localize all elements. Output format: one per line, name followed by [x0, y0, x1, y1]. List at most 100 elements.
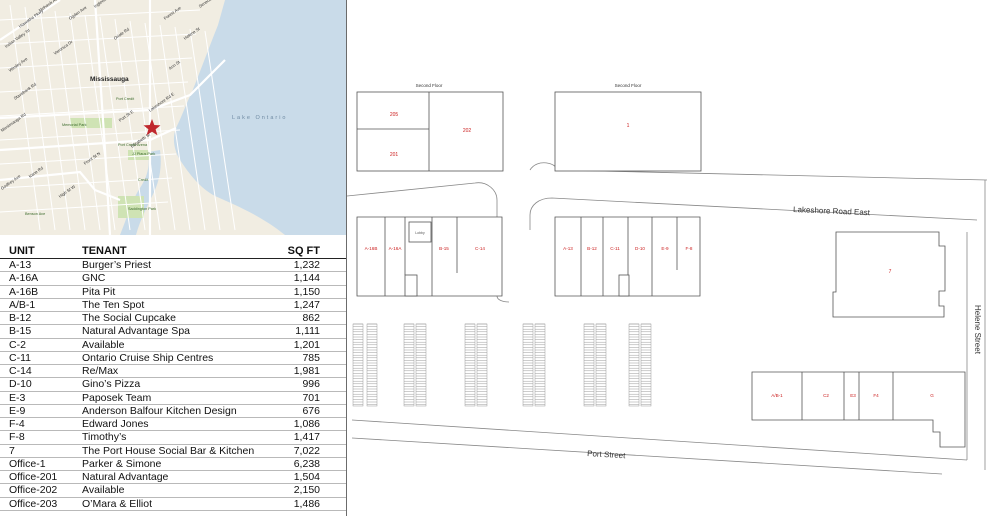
office-202-label: 202 — [463, 128, 472, 134]
second-floor-label-left: Second Floor — [416, 83, 443, 88]
tenant-row: Office-203 O’Mara & Elliot 1,486 — [0, 498, 346, 511]
tenant-sqft: 862 — [302, 312, 320, 324]
tenant-row: F-8 Timothy’s 1,417 — [0, 431, 346, 445]
office-201-label: 201 — [390, 152, 399, 158]
map-place-label: Credit — [138, 178, 149, 182]
tenant-name: The Port House Social Bar & Kitchen — [82, 444, 255, 457]
tenant-name: Edward Jones — [82, 418, 149, 430]
map-place-label: Saddington Park — [128, 207, 156, 211]
unit-label: C-14 — [475, 246, 485, 251]
header-sqft: SQ FT — [287, 245, 320, 257]
office-1-label: 1 — [627, 123, 630, 129]
tenant-sqft: 1,111 — [295, 325, 320, 338]
tenant-sqft: 1,486 — [293, 497, 320, 510]
building-south — [751, 371, 966, 448]
tenant-name: Timothy’s — [82, 431, 127, 444]
tenant-unit: E-3 — [9, 391, 26, 404]
tenant-row: A/B-1 The Ten Spot 1,247 — [0, 299, 346, 312]
tenant-sqft: 785 — [302, 351, 320, 364]
tenant-name: Paposek Team — [82, 391, 152, 404]
unit-label: C2 — [823, 393, 829, 398]
header-unit: UNIT — [9, 245, 35, 257]
tenant-unit: Office-203 — [9, 497, 58, 510]
tenant-sqft: 996 — [302, 378, 320, 391]
tenant-row: Office-202 Available 2,150 — [0, 484, 346, 498]
tenant-row: C-11 Ontario Cruise Ship Centres 785 — [0, 352, 346, 365]
tenant-sqft: 1,504 — [293, 471, 320, 483]
tenant-sqft: 1,247 — [293, 298, 320, 311]
lobby-label: Lobby — [415, 231, 425, 235]
map-place-label: Benson Ave — [25, 212, 45, 216]
map-place-label: Port Credit — [116, 97, 135, 101]
unit-label: C-11 — [610, 246, 620, 251]
site-plan-canvas: Second Floor Second Floor 205 202 201 1 … — [346, 83, 988, 475]
tenant-row: F-4 Edward Jones 1,086 — [0, 418, 346, 432]
tenant-name: Pita Pit — [82, 285, 116, 298]
unit-label: E-9 — [661, 246, 669, 251]
tenant-name: Re/Max — [82, 365, 119, 377]
tenant-sqft: 676 — [302, 404, 320, 417]
tenant-row: D-10 Gino’s Pizza 996 — [0, 378, 346, 392]
tenant-name: The Ten Spot — [82, 298, 145, 311]
map-city-label: Mississauga — [90, 76, 129, 83]
tenant-unit: A-16A — [9, 272, 39, 285]
tenant-unit: A/B-1 — [9, 298, 36, 311]
tenant-row: A-16A GNC 1,144 — [0, 272, 346, 286]
parking-row — [366, 323, 378, 407]
tenant-sqft: 1,232 — [293, 259, 320, 271]
tenant-row: E-9 Anderson Balfour Kitchen Design 676 — [0, 405, 346, 418]
map-place-label: Port Credit Arena — [118, 143, 148, 147]
tenant-row: E-3 Paposek Team 701 — [0, 392, 346, 405]
helene-street-label: Helene Street — [973, 305, 982, 355]
parking-row — [464, 323, 476, 407]
tenant-unit: A-13 — [9, 259, 32, 271]
tenant-row: B-15 Natural Advantage Spa 1,111 — [0, 325, 346, 339]
parking-row — [415, 323, 427, 407]
unit-label: A-13 — [563, 246, 573, 251]
map-place-label: JJ Plaus Park — [132, 152, 155, 156]
tenant-name: O’Mara & Elliot — [82, 497, 153, 510]
parking-row — [640, 323, 652, 407]
tenant-name: Natural Advantage Spa — [82, 325, 190, 338]
tenant-row: 7 The Port House Social Bar & Kitchen 7,02… — [0, 445, 346, 458]
tenant-name: Burger’s Priest — [82, 259, 152, 271]
tenant-name: Anderson Balfour Kitchen Design — [82, 404, 237, 417]
tenant-row: A-13 Burger’s Priest 1,232 — [0, 259, 346, 273]
tenant-name: Available — [82, 338, 125, 351]
tenant-unit: B-15 — [9, 325, 32, 338]
port-street-south-edge — [351, 437, 943, 475]
tenant-name: GNC — [82, 272, 106, 285]
tenant-sqft: 1,150 — [293, 285, 320, 298]
tenant-unit: C-14 — [9, 365, 32, 377]
tenant-unit: B-12 — [9, 312, 32, 324]
tenant-sqft: 7,022 — [293, 444, 320, 457]
unit-label: D-10 — [635, 246, 645, 251]
tenant-unit: Office-201 — [9, 471, 58, 483]
tenant-unit: C-2 — [9, 338, 26, 351]
unit-label: B-12 — [587, 246, 597, 251]
location-map[interactable]: Mississauga Lake Ontario Indian Valley T… — [0, 0, 346, 235]
tenant-sqft: 1,981 — [293, 365, 320, 377]
second-floor-offices-left — [356, 91, 504, 172]
tenant-sqft: 701 — [302, 391, 320, 404]
office-205-label: 205 — [390, 112, 399, 118]
unit-label: B-15 — [439, 246, 449, 251]
map-canvas: Mississauga Lake Ontario Indian Valley T… — [0, 0, 346, 235]
tenant-unit: Office-1 — [9, 457, 46, 470]
tenant-unit: C-11 — [9, 351, 31, 364]
tenant-row: C-2 Available 1,201 — [0, 339, 346, 352]
site-plan: Second Floor Second Floor 205 202 201 1 … — [346, 0, 992, 516]
unit-label: G — [930, 393, 934, 398]
tenant-name: Available — [82, 484, 125, 497]
parking-row — [628, 323, 640, 407]
tenant-unit: F-8 — [9, 431, 25, 444]
tenant-name: Natural Advantage — [82, 471, 169, 483]
tenant-name: The Social Cupcake — [82, 312, 176, 324]
tenant-sqft: 1,086 — [293, 418, 320, 430]
header-tenant: TENANT — [82, 245, 127, 257]
tenant-sqft: 2,150 — [293, 484, 320, 497]
parking-row — [522, 323, 534, 407]
tenant-row: A-16B Pita Pit 1,150 — [0, 286, 346, 299]
parking-row — [595, 323, 607, 407]
tenant-sqft: 1,144 — [293, 272, 320, 285]
